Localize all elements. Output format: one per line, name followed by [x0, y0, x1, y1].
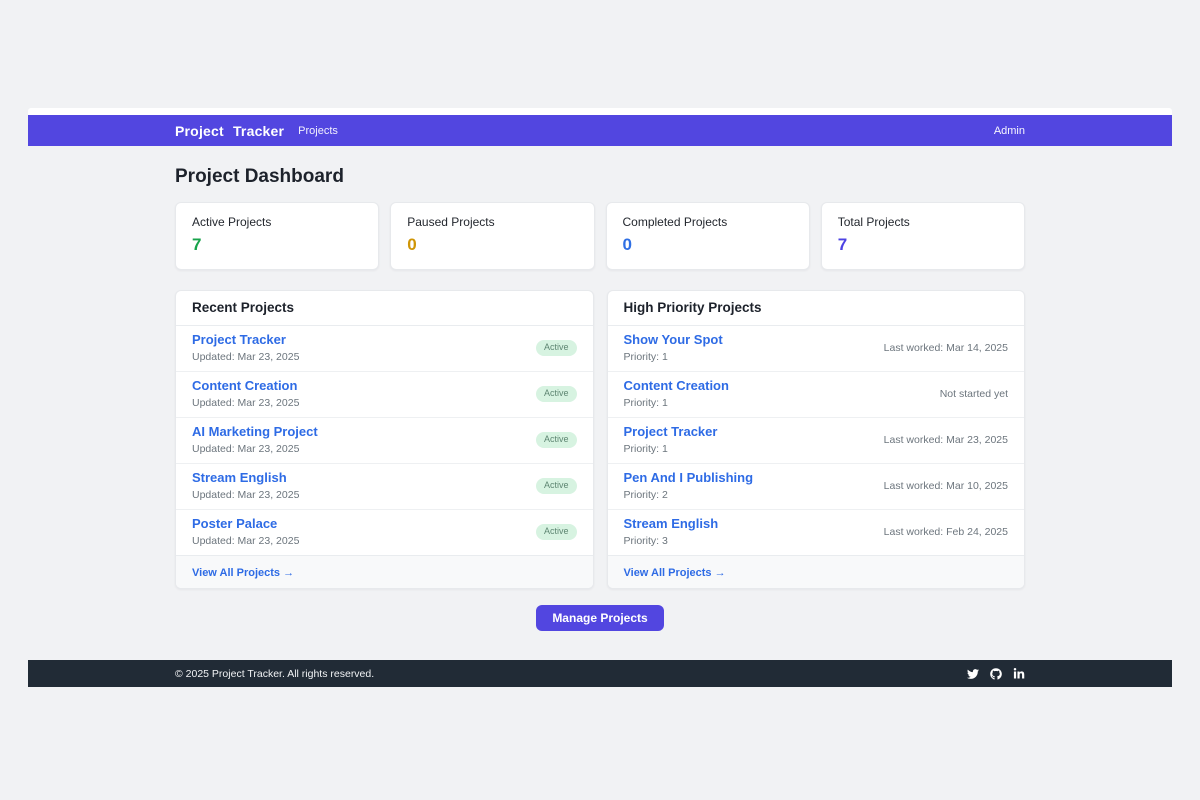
stat-card-completed: Completed Projects 0	[606, 202, 810, 270]
manage-projects-button[interactable]: Manage Projects	[536, 605, 663, 631]
stat-value-completed: 0	[623, 235, 793, 255]
project-priority: Priority: 3	[624, 535, 719, 548]
project-updated: Updated: Mar 23, 2025	[192, 489, 299, 502]
project-priority: Priority: 1	[624, 351, 723, 364]
github-icon[interactable]	[990, 668, 1002, 680]
high-priority-list: Show Your Spot Priority: 1 Last worked: …	[608, 326, 1025, 555]
project-updated: Updated: Mar 23, 2025	[192, 535, 299, 548]
stats-row: Active Projects 7 Paused Projects 0 Comp…	[175, 202, 1025, 270]
last-worked-text: Last worked: Mar 14, 2025	[884, 342, 1008, 354]
project-link[interactable]: Poster Palace	[192, 516, 299, 532]
brand-title[interactable]: Project Tracker	[175, 123, 284, 139]
navbar-inner: Project Tracker Projects Admin	[175, 115, 1025, 146]
recent-projects-panel: Recent Projects Project Tracker Updated:…	[175, 290, 594, 589]
footer: © 2025 Project Tracker. All rights reser…	[28, 660, 1172, 687]
list-item[interactable]: Stream English Priority: 3 Last worked: …	[608, 510, 1025, 555]
last-worked-text: Last worked: Mar 23, 2025	[884, 434, 1008, 446]
list-item[interactable]: AI Marketing Project Updated: Mar 23, 20…	[176, 418, 593, 464]
stat-label: Active Projects	[192, 215, 362, 229]
project-updated: Updated: Mar 23, 2025	[192, 351, 299, 364]
social-links	[967, 668, 1025, 680]
view-all-projects-link[interactable]: View All Projects →	[192, 567, 294, 579]
page-title: Project Dashboard	[175, 166, 1025, 188]
panels-row: Recent Projects Project Tracker Updated:…	[175, 290, 1025, 589]
navbar: Project Tracker Projects Admin	[28, 115, 1172, 146]
status-badge: Active	[536, 432, 577, 448]
project-link[interactable]: Content Creation	[624, 378, 729, 394]
list-item[interactable]: Stream English Updated: Mar 23, 2025 Act…	[176, 464, 593, 510]
recent-projects-list: Project Tracker Updated: Mar 23, 2025 Ac…	[176, 326, 593, 555]
view-all-projects-link[interactable]: View All Projects →	[624, 567, 726, 579]
status-badge: Active	[536, 478, 577, 494]
page-top-strip	[28, 108, 1172, 115]
stat-value-paused: 0	[407, 235, 577, 255]
last-worked-text: Not started yet	[940, 388, 1008, 400]
project-link[interactable]: Project Tracker	[624, 424, 718, 440]
stat-card-total: Total Projects 7	[821, 202, 1025, 270]
project-link[interactable]: Project Tracker	[192, 332, 299, 348]
status-badge: Active	[536, 524, 577, 540]
project-link[interactable]: AI Marketing Project	[192, 424, 318, 440]
recent-panel-footer: View All Projects →	[176, 555, 593, 588]
app-canvas: Project Tracker Projects Admin Project D…	[0, 0, 1200, 800]
stat-card-paused: Paused Projects 0	[390, 202, 594, 270]
project-priority: Priority: 1	[624, 443, 718, 456]
linkedin-icon[interactable]	[1013, 668, 1025, 680]
twitter-icon[interactable]	[967, 668, 979, 680]
list-item[interactable]: Project Tracker Priority: 1 Last worked:…	[608, 418, 1025, 464]
stat-label: Paused Projects	[407, 215, 577, 229]
high-priority-panel-header: High Priority Projects	[608, 291, 1025, 326]
project-link[interactable]: Stream English	[192, 470, 299, 486]
panel-title: High Priority Projects	[624, 300, 762, 315]
footer-inner: © 2025 Project Tracker. All rights reser…	[175, 660, 1025, 687]
stat-value-total: 7	[838, 235, 1008, 255]
list-item[interactable]: Show Your Spot Priority: 1 Last worked: …	[608, 326, 1025, 372]
project-updated: Updated: Mar 23, 2025	[192, 397, 299, 410]
project-link[interactable]: Pen And I Publishing	[624, 470, 754, 486]
project-link[interactable]: Stream English	[624, 516, 719, 532]
last-worked-text: Last worked: Feb 24, 2025	[884, 526, 1008, 538]
nav-item-admin[interactable]: Admin	[994, 125, 1025, 137]
list-item[interactable]: Pen And I Publishing Priority: 2 Last wo…	[608, 464, 1025, 510]
recent-panel-header: Recent Projects	[176, 291, 593, 326]
status-badge: Active	[536, 386, 577, 402]
list-item[interactable]: Content Creation Updated: Mar 23, 2025 A…	[176, 372, 593, 418]
main-content: Project Dashboard Active Projects 7 Paus…	[0, 146, 1200, 631]
project-priority: Priority: 2	[624, 489, 754, 502]
project-updated: Updated: Mar 23, 2025	[192, 443, 318, 456]
stat-card-active: Active Projects 7	[175, 202, 379, 270]
stat-label: Completed Projects	[623, 215, 793, 229]
project-priority: Priority: 1	[624, 397, 729, 410]
panel-title: Recent Projects	[192, 300, 294, 315]
stat-value-active: 7	[192, 235, 362, 255]
high-priority-panel-footer: View All Projects →	[608, 555, 1025, 588]
container: Project Dashboard Active Projects 7 Paus…	[175, 166, 1025, 631]
copyright-text: © 2025 Project Tracker. All rights reser…	[175, 668, 374, 680]
nav-item-projects[interactable]: Projects	[298, 125, 338, 137]
stat-label: Total Projects	[838, 215, 1008, 229]
list-item[interactable]: Project Tracker Updated: Mar 23, 2025 Ac…	[176, 326, 593, 372]
high-priority-panel: High Priority Projects Show Your Spot Pr…	[607, 290, 1026, 589]
project-link[interactable]: Content Creation	[192, 378, 299, 394]
actions-row: Manage Projects	[175, 605, 1025, 631]
list-item[interactable]: Poster Palace Updated: Mar 23, 2025 Acti…	[176, 510, 593, 555]
list-item[interactable]: Content Creation Priority: 1 Not started…	[608, 372, 1025, 418]
last-worked-text: Last worked: Mar 10, 2025	[884, 480, 1008, 492]
status-badge: Active	[536, 340, 577, 356]
project-link[interactable]: Show Your Spot	[624, 332, 723, 348]
